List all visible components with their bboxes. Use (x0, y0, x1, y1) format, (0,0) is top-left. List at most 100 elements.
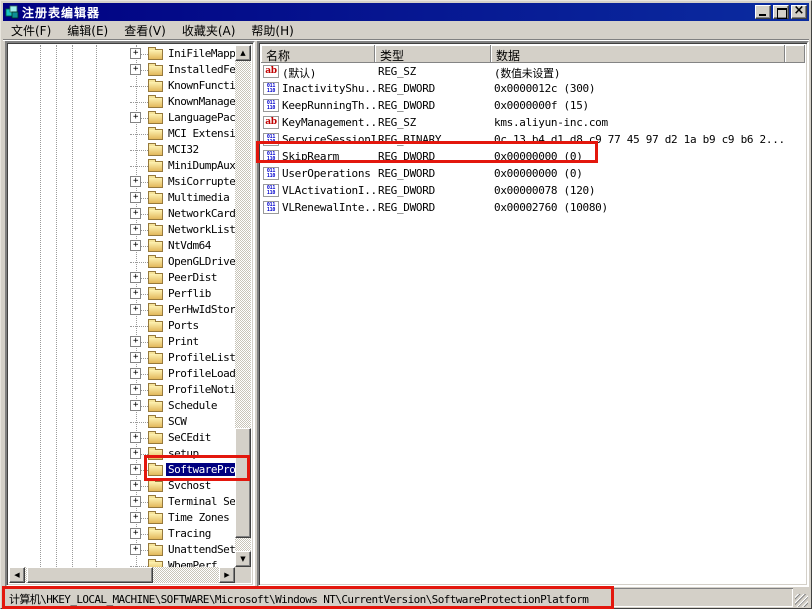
registry-value-row[interactable]: SkipRearmREG_DWORD0x00000000 (0) (261, 148, 805, 165)
expand-plus-icon[interactable]: + (130, 448, 141, 459)
column-header[interactable]: 名称 (261, 45, 375, 63)
tree-item[interactable]: + Print (9, 334, 235, 350)
expand-plus-icon[interactable]: + (130, 432, 141, 443)
tree-item-label: InstalledFe (166, 63, 235, 76)
tree-item[interactable]: +UnattendSett (9, 542, 235, 558)
folder-icon (148, 513, 163, 524)
tree-vertical-scrollbar[interactable] (235, 45, 251, 567)
vertical-scroll-thumb[interactable] (235, 428, 251, 538)
folder-icon (148, 145, 163, 156)
tree-horizontal-scrollbar[interactable] (9, 567, 235, 583)
expand-plus-icon[interactable]: + (130, 192, 141, 203)
expand-plus-icon[interactable]: + (130, 176, 141, 187)
tree-item[interactable]: + InstalledFe (9, 62, 235, 78)
registry-value-row[interactable]: VLRenewalInte...REG_DWORD0x00002760 (100… (261, 199, 805, 216)
expand-plus-icon[interactable]: + (130, 368, 141, 379)
expand-plus-icon[interactable]: + (130, 240, 141, 251)
expand-plus-icon[interactable]: + (130, 528, 141, 539)
tree-item[interactable]: MCI Extensio (9, 126, 235, 142)
tree-item-label: NetworkList (166, 223, 235, 236)
resize-grip-icon[interactable] (795, 594, 808, 607)
menu-item-4[interactable]: 收藏夹(A) (174, 20, 244, 41)
scroll-right-icon[interactable] (219, 567, 235, 583)
scroll-up-icon[interactable] (235, 45, 251, 61)
tree-item[interactable]: Ports (9, 318, 235, 334)
column-header[interactable]: 数据 (491, 45, 785, 63)
tree-item[interactable]: +SeCEdit (9, 430, 235, 446)
horizontal-scroll-thumb[interactable] (27, 567, 153, 583)
tree-item[interactable]: +Multimedia (9, 190, 235, 206)
tree-item[interactable]: +LanguagePack (9, 110, 235, 126)
tree-item[interactable]: +MsiCorrupted (9, 174, 235, 190)
expand-plus-icon[interactable]: + (130, 64, 141, 75)
tree-item[interactable]: +Terminal Ser (9, 494, 235, 510)
tree-item[interactable]: +Svchost (9, 478, 235, 494)
tree-item[interactable]: +ProfileNotif (9, 382, 235, 398)
expand-plus-icon[interactable]: + (130, 384, 141, 395)
list-header: 名称类型数据 (261, 45, 805, 63)
maximize-icon[interactable] (773, 5, 789, 19)
tree-item[interactable]: +NetworkCards (9, 206, 235, 222)
menu-item-1[interactable]: 文件(F) (3, 20, 59, 41)
expand-plus-icon[interactable]: + (130, 48, 141, 59)
tree-item[interactable]: SCW (9, 414, 235, 430)
title-bar[interactable]: 注册表编辑器 (3, 3, 809, 21)
tree-item[interactable]: + NetworkList (9, 222, 235, 238)
tree-item[interactable]: OpenGLDriver (9, 254, 235, 270)
registry-value-row[interactable]: KeyManagement...REG_SZkms.aliyun-inc.com (261, 114, 805, 131)
expand-plus-icon[interactable]: + (130, 480, 141, 491)
folder-icon (148, 401, 163, 412)
expand-plus-icon[interactable]: + (130, 512, 141, 523)
expand-plus-icon[interactable]: + (130, 304, 141, 315)
tree-item[interactable]: KnownFunctio (9, 78, 235, 94)
tree-item[interactable]: +PerHwIdStor (9, 302, 235, 318)
expand-plus-icon[interactable]: + (130, 272, 141, 283)
tree-item[interactable]: +setup (9, 446, 235, 462)
tree-item[interactable]: MiniDumpAuxi (9, 158, 235, 174)
tree-item[interactable]: +Time Zones (9, 510, 235, 526)
registry-value-row[interactable]: KeepRunningTh...REG_DWORD0x0000000f (15) (261, 97, 805, 114)
column-header[interactable]: 类型 (375, 45, 491, 63)
expand-plus-icon[interactable]: + (130, 464, 141, 475)
list-rows[interactable]: (默认)REG_SZ(数值未设置)InactivityShu...REG_DWO… (261, 63, 805, 583)
registry-tree[interactable]: +IniFileMappi+InstalledFeKnownFunctioKno… (9, 45, 235, 567)
registry-value-row[interactable]: UserOperationsREG_DWORD0x00000000 (0) (261, 165, 805, 182)
registry-value-row[interactable]: ServiceSessionIdREG_BINARY0c 13 b4 d1 d8… (261, 131, 805, 148)
tree-item[interactable]: WbemPerf (9, 558, 235, 567)
tree-item[interactable]: + Tracing (9, 526, 235, 542)
tree-item[interactable]: +PeerDist (9, 270, 235, 286)
registry-value-row[interactable]: (默认)REG_SZ(数值未设置) (261, 63, 805, 80)
expand-plus-icon[interactable]: + (130, 224, 141, 235)
close-icon[interactable] (791, 5, 807, 19)
tree-item[interactable]: KnownManaged (9, 94, 235, 110)
tree-connector (130, 166, 148, 167)
tree-item[interactable]: MCI32 (9, 142, 235, 158)
tree-item[interactable]: +ProfileList (9, 350, 235, 366)
expand-plus-icon[interactable]: + (130, 496, 141, 507)
registry-value-row[interactable]: VLActivationI...REG_DWORD0x00000078 (120… (261, 182, 805, 199)
minimize-icon[interactable] (755, 5, 771, 19)
scroll-left-icon[interactable] (9, 567, 25, 583)
tree-item-label: Print (166, 335, 201, 348)
menu-item-3[interactable]: 查看(V) (116, 20, 174, 41)
menu-item-2[interactable]: 编辑(E) (59, 20, 116, 41)
tree-item[interactable]: +Perflib (9, 286, 235, 302)
string-value-icon (263, 65, 279, 78)
registry-value-row[interactable]: InactivityShu...REG_DWORD0x0000012c (300… (261, 80, 805, 97)
tree-item[interactable]: +ProfileLoade (9, 366, 235, 382)
expand-plus-icon[interactable]: + (130, 400, 141, 411)
tree-item-label: Tracing (166, 527, 213, 540)
tree-item[interactable]: +IniFileMappi (9, 46, 235, 62)
expand-plus-icon[interactable]: + (130, 544, 141, 555)
tree-item[interactable]: +NtVdm64 (9, 238, 235, 254)
expand-plus-icon[interactable]: + (130, 208, 141, 219)
expand-plus-icon[interactable]: + (130, 112, 141, 123)
expand-plus-icon[interactable]: + (130, 336, 141, 347)
tree-item[interactable]: +Schedule (9, 398, 235, 414)
column-header-filler (785, 45, 805, 63)
tree-item[interactable]: +SoftwareProt (9, 462, 235, 478)
menu-item-5[interactable]: 帮助(H) (243, 20, 301, 41)
expand-plus-icon[interactable]: + (130, 352, 141, 363)
expand-plus-icon[interactable]: + (130, 288, 141, 299)
scroll-down-icon[interactable] (235, 551, 251, 567)
